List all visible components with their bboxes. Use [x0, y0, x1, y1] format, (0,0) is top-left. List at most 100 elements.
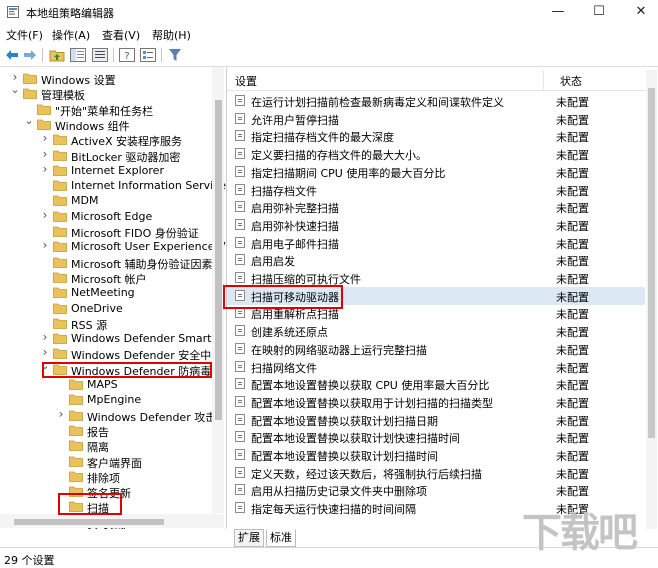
setting-row[interactable]: 配置本地设置替换以获取计划扫描时间 未配置: [227, 446, 645, 464]
setting-row[interactable]: 启用弥补完整扫描 未配置: [227, 198, 645, 216]
menu-view[interactable]: 查看(V): [102, 27, 140, 43]
tree-item[interactable]: ⌄ 管理模板: [0, 83, 212, 102]
toolbar-separator: [113, 48, 114, 62]
tree-item[interactable]: 隔离: [0, 438, 212, 454]
tree-item[interactable]: MAPS: [0, 377, 212, 392]
menu-file[interactable]: 文件(F): [6, 27, 43, 43]
folder-icon: [69, 440, 83, 452]
tree-item[interactable]: MDM: [0, 193, 212, 208]
setting-state: 未配置: [556, 361, 589, 375]
chevron-down-icon[interactable]: ⌄: [24, 114, 34, 127]
setting-row[interactable]: 扫描网络文件 未配置: [227, 358, 645, 376]
setting-row[interactable]: 配置本地设置替换以获取用于计划扫描的扫描类型 未配置: [227, 393, 645, 411]
chevron-right-icon[interactable]: ›: [40, 208, 50, 222]
column-header-setting[interactable]: 设置: [235, 73, 257, 89]
help-icon: ?: [119, 48, 135, 62]
chevron-down-icon[interactable]: ⌄: [10, 83, 20, 96]
filter-button[interactable]: [167, 47, 183, 63]
folder-icon: [53, 180, 67, 191]
chevron-right-icon[interactable]: ›: [10, 70, 20, 84]
tree-item[interactable]: Microsoft 辅助身份验证因素: [0, 255, 213, 271]
setting-row[interactable]: 配置本地设置替换以获取计划快速扫描时间 未配置: [227, 428, 645, 446]
chevron-right-icon[interactable]: ›: [40, 330, 50, 344]
list-view-button[interactable]: [92, 47, 108, 63]
setting-row[interactable]: 指定扫描存档文件的最大深度 未配置: [227, 127, 645, 145]
tree-vertical-scroll-thumb[interactable]: [215, 100, 222, 420]
highlight-scan-removable-drives: [223, 285, 343, 309]
tree-item[interactable]: OneDrive: [0, 301, 212, 316]
tree-item[interactable]: RSS 源: [0, 316, 212, 332]
tree-horizontal-scroll-thumb[interactable]: [14, 519, 164, 525]
chevron-right-icon[interactable]: ›: [40, 238, 50, 252]
setting-name: 启用电子邮件扫描: [251, 237, 339, 251]
list-vertical-scroll-thumb[interactable]: [648, 88, 655, 438]
tree-item[interactable]: NetMeeting: [0, 285, 212, 300]
setting-row[interactable]: 在运行计划扫描前检查最新病毒定义和间谍软件定义 未配置: [227, 92, 645, 110]
setting-row[interactable]: 启用启发 未配置: [227, 251, 645, 269]
back-arrow-icon: [6, 50, 18, 60]
setting-state: 未配置: [556, 166, 589, 180]
setting-row[interactable]: 定义天数，经过该天数后，将强制执行后续扫描 未配置: [227, 464, 645, 482]
setting-row[interactable]: 在映射的网络驱动器上运行完整扫描 未配置: [227, 340, 645, 358]
tab-standard[interactable]: 标准: [266, 529, 296, 547]
column-header-state[interactable]: 状态: [560, 73, 582, 89]
setting-row[interactable]: 启用弥补快速扫描 未配置: [227, 216, 645, 234]
tree-item[interactable]: › Windows 设置: [0, 70, 212, 87]
folder-icon: [69, 456, 83, 467]
up-folder-icon: [49, 50, 65, 62]
tree-item[interactable]: › Windows Defender 攻击: [0, 407, 217, 424]
tree-item[interactable]: 客户端界面: [0, 454, 212, 470]
tree-item[interactable]: Internet Information Service: [0, 178, 226, 193]
tree-item[interactable]: › ActiveX 安装程序服务: [0, 131, 212, 148]
maximize-button[interactable]: ☐: [584, 0, 614, 24]
tree-item[interactable]: Microsoft FIDO 身份验证: [0, 224, 212, 240]
tree-item[interactable]: › Microsoft Edge: [0, 208, 212, 224]
policy-setting-icon: [235, 218, 245, 230]
chevron-right-icon[interactable]: ›: [40, 162, 50, 176]
tree-item[interactable]: › Microsoft User Experience V: [0, 238, 226, 254]
chevron-right-icon[interactable]: ›: [40, 345, 50, 359]
tree-item[interactable]: Microsoft 帐户: [0, 270, 212, 286]
folder-icon: [53, 241, 67, 253]
tab-extended[interactable]: 扩展: [234, 529, 264, 547]
back-button[interactable]: [4, 47, 20, 63]
tree-item[interactable]: › Internet Explorer: [0, 162, 212, 178]
tree-item-label: Microsoft User Experience V: [71, 240, 226, 254]
setting-state: 未配置: [556, 149, 589, 163]
tree-item[interactable]: ⌄ Windows 组件: [0, 114, 212, 133]
properties-button[interactable]: [140, 47, 156, 63]
folder-icon: [53, 165, 67, 176]
setting-row[interactable]: 定义要扫描的存档文件的最大大小。 未配置: [227, 145, 645, 163]
folder-icon: [53, 257, 67, 268]
tree-item[interactable]: 报告: [0, 423, 212, 439]
forward-arrow-icon: [24, 50, 36, 60]
setting-row[interactable]: 创建系统还原点 未配置: [227, 322, 645, 340]
tree-item[interactable]: MpEngine: [0, 392, 212, 407]
menu-help[interactable]: 帮助(H): [152, 27, 191, 43]
folder-icon: [53, 287, 67, 299]
tree-item[interactable]: › Windows Defender 安全中心: [0, 345, 223, 362]
chevron-right-icon[interactable]: ›: [40, 131, 50, 145]
chevron-right-icon[interactable]: ›: [40, 147, 50, 161]
column-divider: [543, 70, 544, 90]
tree-item[interactable]: 排除项: [0, 469, 212, 485]
help-button[interactable]: ?: [119, 47, 135, 63]
setting-name: 扫描存档文件: [251, 184, 317, 198]
setting-row[interactable]: 扫描存档文件 未配置: [227, 181, 645, 199]
setting-row[interactable]: 配置本地设置替换以获取计划扫描日期 未配置: [227, 411, 645, 429]
show-hide-tree-button[interactable]: [70, 47, 86, 63]
setting-row[interactable]: 配置本地设置替换以获取 CPU 使用率最大百分比 未配置: [227, 375, 645, 393]
forward-button[interactable]: [22, 47, 38, 63]
menu-action[interactable]: 操作(A): [52, 27, 90, 43]
setting-row[interactable]: 指定扫描期间 CPU 使用率的最大百分比 未配置: [227, 163, 645, 181]
minimize-button[interactable]: —: [543, 0, 573, 24]
setting-row[interactable]: 启用从扫描历史记录文件夹中删除项 未配置: [227, 481, 645, 499]
setting-row[interactable]: 允许用户暂停扫描 未配置: [227, 110, 645, 128]
close-button[interactable]: ✕: [626, 0, 656, 24]
tree-item[interactable]: › Windows Defender SmartSc: [0, 330, 225, 346]
up-folder-button[interactable]: [49, 47, 65, 63]
chevron-right-icon[interactable]: ›: [56, 407, 66, 421]
setting-state: 未配置: [556, 131, 589, 145]
tree-item[interactable]: › BitLocker 驱动器加密: [0, 147, 212, 164]
setting-row[interactable]: 启用电子邮件扫描 未配置: [227, 234, 645, 252]
